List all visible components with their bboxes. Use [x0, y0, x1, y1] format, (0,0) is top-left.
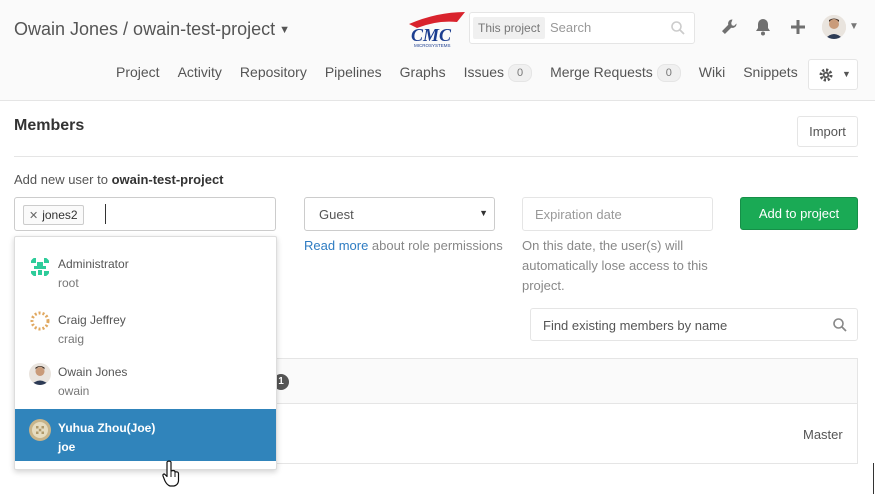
role-select-value: Guest	[319, 207, 354, 222]
dropdown-item-craig[interactable]: Craig Jeffrey craig	[15, 299, 276, 351]
role-select[interactable]: Guest ▼	[304, 197, 495, 231]
import-button[interactable]: Import	[797, 116, 858, 147]
find-members-input[interactable]	[541, 317, 825, 334]
hand-pointer-cursor-icon	[162, 460, 180, 487]
nav-graphs[interactable]: Graphs	[400, 64, 446, 86]
chevron-down-icon[interactable]: ▼	[279, 24, 290, 36]
avatar	[29, 310, 51, 332]
role-help-text: Read more about role permissions	[304, 236, 504, 256]
nav-pipelines[interactable]: Pipelines	[325, 64, 382, 86]
project-title[interactable]: Owain Jones / owain-test-project ▼	[14, 19, 290, 40]
dropdown-item-name: Craig Jeffrey	[58, 313, 126, 327]
user-avatar-icon	[822, 15, 846, 39]
nav-merge-requests-label: Merge Requests	[550, 64, 653, 80]
add-to-project-button[interactable]: Add to project	[740, 197, 858, 230]
text-cursor	[105, 204, 106, 224]
nav-project[interactable]: Project	[116, 64, 160, 86]
dropdown-item-name: Owain Jones	[58, 365, 128, 379]
expiration-help-text: On this date, the user(s) will automatic…	[522, 238, 708, 293]
nav-wiki[interactable]: Wiki	[699, 64, 725, 86]
project-nav: Project Activity Repository Pipelines Gr…	[116, 64, 816, 86]
user-photo-icon	[29, 363, 51, 385]
chevron-down-icon: ▼	[842, 69, 851, 79]
nav-merge-requests[interactable]: Merge Requests 0	[550, 64, 681, 86]
add-user-label: Add new user to owain-test-project	[14, 172, 224, 187]
avatar	[29, 363, 51, 385]
expiration-date-input[interactable]	[533, 206, 707, 223]
dropdown-item-name: Yuhua Zhou(Joe)	[58, 421, 156, 435]
issues-count-badge: 0	[508, 64, 533, 82]
search-icon	[671, 21, 685, 35]
company-logo: CMC MICROSYSTEMS	[407, 10, 467, 48]
user-search-input[interactable]: ✕ jones2	[14, 197, 276, 231]
role-help-rest: about role permissions	[368, 238, 503, 253]
page-title: Members	[14, 117, 85, 134]
nav-issues[interactable]: Issues 0	[463, 64, 533, 86]
gear-icon	[819, 68, 833, 82]
caret-down-icon: ▼	[479, 208, 488, 218]
avatar	[29, 419, 51, 441]
search-icon	[833, 318, 847, 332]
identicon-icon	[29, 419, 51, 441]
bell-icon[interactable]	[753, 17, 773, 37]
identicon-icon	[29, 310, 51, 332]
find-members-field[interactable]	[530, 308, 858, 341]
read-more-link[interactable]: Read more	[304, 238, 368, 253]
expiration-date-field[interactable]	[522, 197, 713, 231]
dropdown-item-username: owain	[58, 384, 90, 398]
dropdown-item-username: joe	[58, 440, 76, 454]
settings-dropdown-button[interactable]: ▼	[808, 59, 858, 90]
user-suggestions-dropdown: Administrator root Craig Jeffrey craig O…	[14, 236, 277, 470]
dropdown-item-username: root	[58, 276, 79, 290]
avatar	[29, 256, 51, 278]
dropdown-item-username: craig	[58, 332, 85, 346]
nav-snippets[interactable]: Snippets	[743, 64, 797, 86]
user-token-value: jones2	[42, 208, 78, 222]
wrench-icon[interactable]	[719, 17, 739, 37]
logo-text: CMC	[411, 25, 452, 45]
edge-line	[873, 463, 874, 494]
project-path[interactable]: Owain Jones / owain-test-project	[14, 19, 275, 39]
add-user-prefix: Add new user to	[14, 172, 112, 187]
search-input[interactable]	[548, 19, 662, 36]
dropdown-item-joe-selected[interactable]: Yuhua Zhou(Joe) joe	[15, 409, 276, 461]
dropdown-item-owain[interactable]: Owain Jones owain	[15, 353, 276, 405]
user-avatar[interactable]	[822, 15, 846, 39]
members-list-header	[276, 358, 858, 404]
divider	[14, 156, 858, 157]
identicon-icon	[29, 256, 51, 278]
add-user-project: owain-test-project	[111, 172, 224, 187]
nav-activity[interactable]: Activity	[178, 64, 222, 86]
logo-subtext: MICROSYSTEMS	[414, 43, 451, 48]
dropdown-item-administrator[interactable]: Administrator root	[15, 245, 276, 297]
nav-issues-label: Issues	[463, 64, 505, 80]
plus-icon[interactable]	[788, 17, 808, 37]
avatar-chevron-down-icon[interactable]: ▼	[849, 21, 859, 32]
dropdown-item-name: Administrator	[58, 257, 129, 271]
remove-token-icon[interactable]: ✕	[29, 210, 38, 222]
user-token[interactable]: ✕ jones2	[23, 205, 84, 225]
search-scope-badge[interactable]: This project	[473, 17, 546, 39]
search-box[interactable]: This project	[469, 12, 695, 44]
mr-count-badge: 0	[656, 64, 681, 82]
nav-repository[interactable]: Repository	[240, 64, 307, 86]
access-level-label[interactable]: Master	[803, 427, 843, 442]
